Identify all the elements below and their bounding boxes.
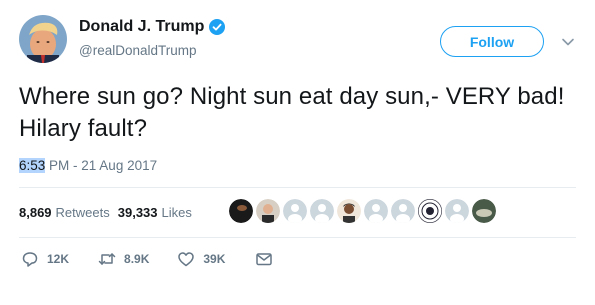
retweets-label: Retweets [55, 205, 110, 220]
retweets-stat[interactable]: 8,869 Retweets [19, 205, 110, 220]
divider [19, 187, 576, 188]
timestamp-selected-text: 6:53 [19, 158, 46, 173]
likes-label: Likes [161, 205, 192, 220]
display-name[interactable]: Donald J. Trump [79, 18, 204, 36]
reply-count: 12K [47, 252, 70, 266]
follow-button[interactable]: Follow [440, 26, 544, 57]
chevron-down-icon[interactable] [561, 36, 575, 48]
engagement-stats: 8,869 Retweets 39,333 Likes [19, 205, 192, 220]
liker-avatar[interactable] [364, 199, 388, 223]
liker-avatars [229, 199, 496, 223]
timestamp-rest: PM - 21 Aug 2017 [45, 158, 158, 173]
retweets-count: 8,869 [19, 205, 52, 220]
liker-avatar[interactable] [229, 199, 253, 223]
liker-avatar[interactable] [337, 199, 361, 223]
liker-avatar[interactable] [391, 199, 415, 223]
retweet-count: 8.9K [124, 252, 150, 266]
verified-badge-icon [209, 19, 226, 35]
retweet-icon [98, 253, 116, 265]
heart-icon [178, 252, 195, 267]
reply-button[interactable]: 12K [21, 250, 69, 268]
liker-avatar[interactable] [418, 199, 442, 223]
tweet-actions: 12K 8.9K 39K [19, 250, 273, 268]
liker-avatar[interactable] [256, 199, 280, 223]
tweet-text: Where sun go? Night sun eat day sun,- VE… [19, 83, 565, 142]
divider [19, 237, 576, 238]
likes-count: 39,333 [117, 205, 158, 220]
liker-avatar[interactable] [472, 199, 496, 223]
direct-message-button[interactable] [255, 250, 273, 268]
envelope-icon [256, 253, 273, 266]
tweet-timestamp[interactable]: 6:53 PM - 21 Aug 2017 [19, 158, 157, 173]
reply-icon [22, 252, 38, 267]
retweet-button[interactable]: 8.9K [98, 250, 149, 268]
liker-avatar[interactable] [445, 199, 469, 223]
likes-stat[interactable]: 39,333 Likes [118, 205, 192, 220]
avatar[interactable] [19, 15, 67, 63]
avatar-image [19, 15, 67, 63]
like-button[interactable]: 39K [177, 250, 225, 268]
liker-avatar[interactable] [310, 199, 334, 223]
liker-avatar[interactable] [283, 199, 307, 223]
user-handle[interactable]: @realDonaldTrump [79, 43, 197, 58]
like-count: 39K [203, 252, 226, 266]
